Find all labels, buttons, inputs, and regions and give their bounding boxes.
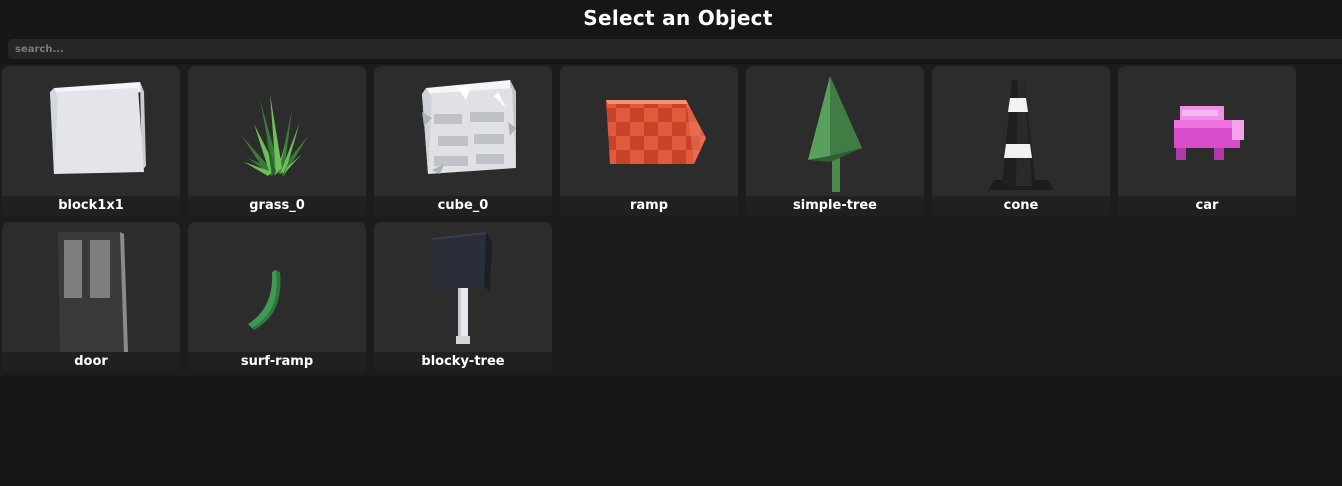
- object-card-simple-tree[interactable]: simple-tree: [746, 66, 924, 216]
- object-label: ramp: [629, 198, 669, 213]
- car-icon: [1174, 106, 1244, 160]
- object-card-car[interactable]: car: [1118, 66, 1296, 216]
- door-icon: [58, 232, 128, 352]
- ramp-icon: [606, 100, 706, 164]
- object-card-cone[interactable]: cone: [932, 66, 1110, 216]
- blocky-tree-icon: [430, 232, 492, 344]
- object-card-cube_0[interactable]: cube_0: [374, 66, 552, 216]
- object-card-blocky-tree[interactable]: blocky-tree: [374, 222, 552, 372]
- simple-tree-icon: [808, 76, 862, 192]
- object-label: car: [1195, 198, 1219, 213]
- object-selector-window: Select an Object block1x1: [0, 0, 1342, 486]
- object-label: door: [74, 354, 108, 369]
- cube-icon: [422, 80, 516, 174]
- search-input[interactable]: [8, 39, 1342, 59]
- object-label: blocky-tree: [421, 354, 505, 369]
- object-label: simple-tree: [793, 198, 877, 213]
- object-label: block1x1: [58, 198, 124, 213]
- object-card-ramp[interactable]: ramp: [560, 66, 738, 216]
- object-card-grass_0[interactable]: grass_0: [188, 66, 366, 216]
- object-label: surf-ramp: [240, 354, 314, 369]
- grass-icon: [242, 94, 308, 176]
- cone-icon: [988, 80, 1054, 190]
- object-card-surf-ramp[interactable]: surf-ramp: [188, 222, 366, 372]
- object-grid: block1x1 grass_0 cube_0 ramp simple-tree…: [0, 64, 1342, 376]
- object-card-block1x1[interactable]: block1x1: [2, 66, 180, 216]
- object-label: grass_0: [249, 198, 305, 213]
- object-label: cone: [1003, 198, 1039, 213]
- surf-ramp-icon: [248, 270, 281, 330]
- page-title: Select an Object: [583, 6, 773, 30]
- block-icon: [50, 82, 146, 174]
- object-label: cube_0: [437, 198, 489, 213]
- object-card-door[interactable]: door: [2, 222, 180, 372]
